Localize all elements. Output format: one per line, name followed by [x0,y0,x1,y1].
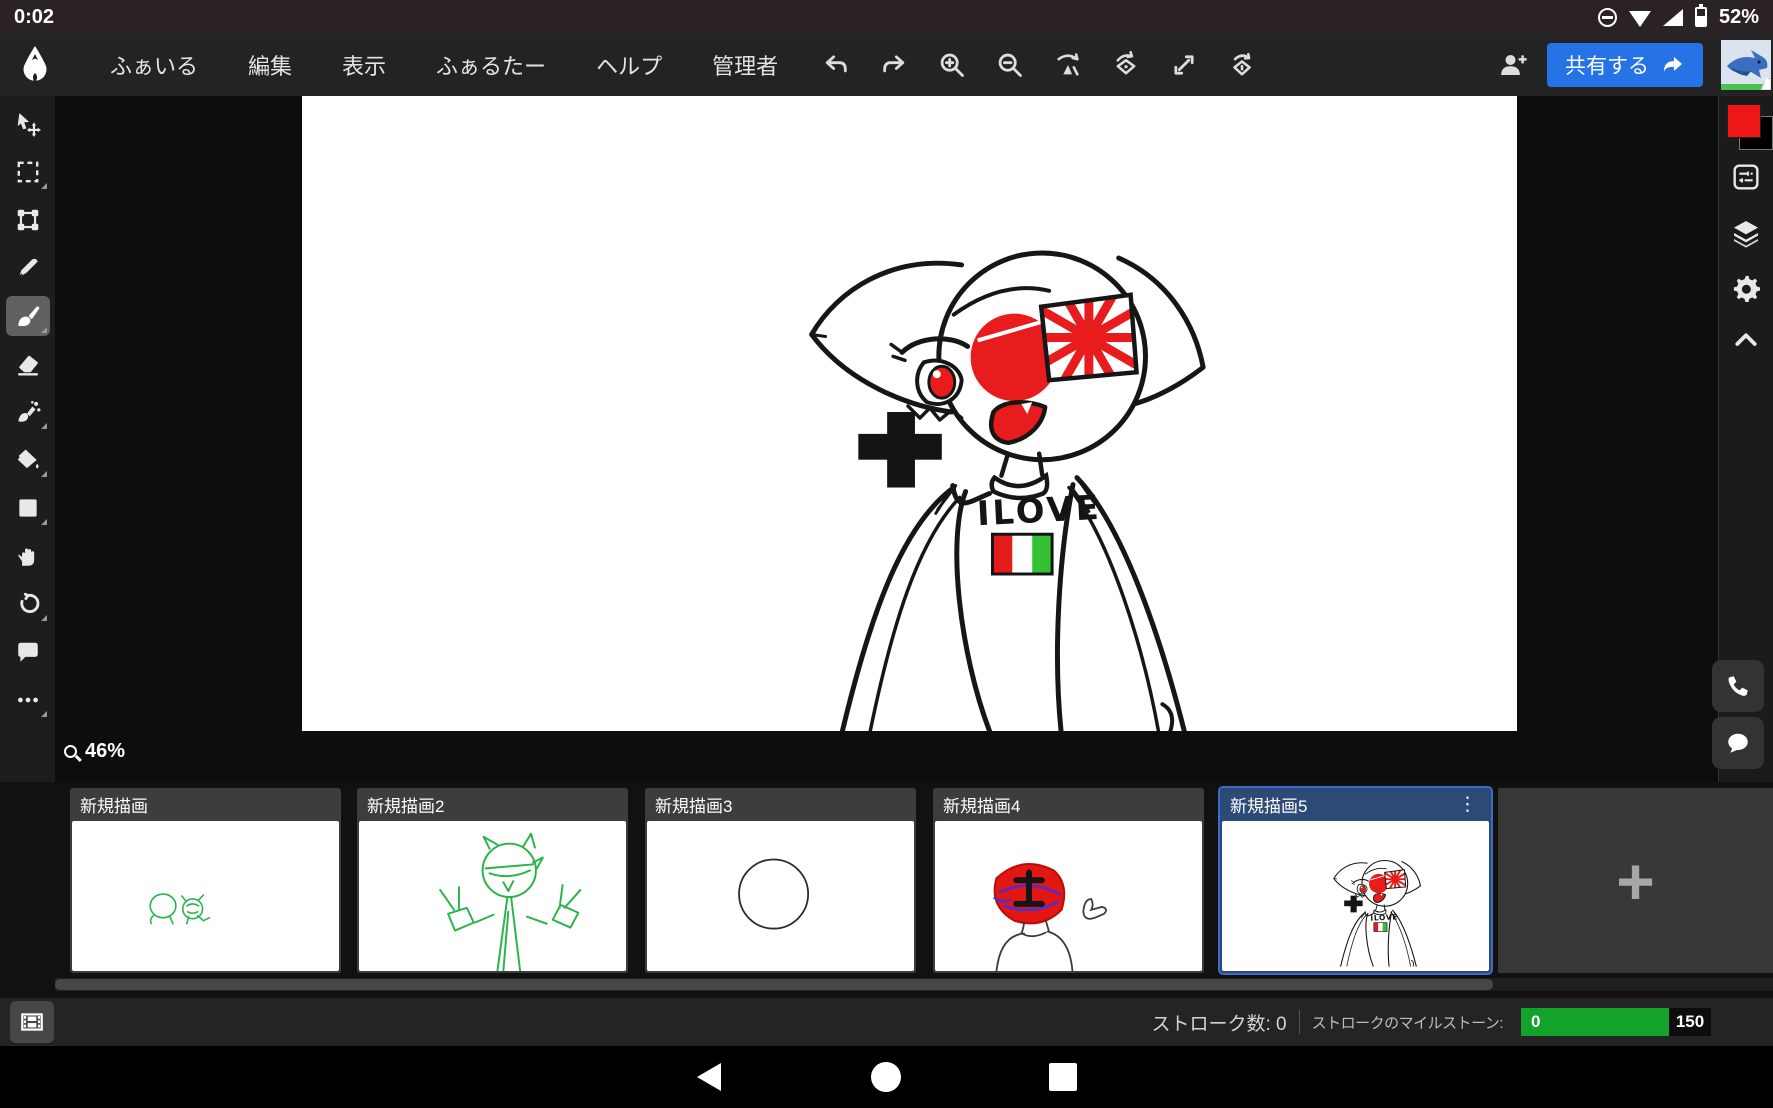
drawing-canvas[interactable]: ILOVE [302,96,1517,731]
canvas-card-title: 新規描画3 [655,797,733,816]
nav-back-button[interactable] [697,1063,721,1091]
canvas-card-2[interactable]: 新規描画2 [357,788,628,973]
canvas-film-strip: 新規描画 新規描画2 新規描画3 新規描画4 新規描画5 ⋮ ILOVE + [0,782,1773,998]
milestone-label: ストロークのマイルストーン: [1311,1014,1504,1032]
foreground-color-swatch[interactable] [1727,104,1761,138]
chat-tool[interactable] [6,632,50,672]
transform-tool[interactable] [6,200,50,240]
menu-bar: ふぁいる 編集 表示 ふぁるたー ヘルプ 管理者 共有する [0,34,1773,96]
thumbnail-drawing-3 [738,858,810,930]
cross-shape [858,412,942,488]
eraser-tool[interactable] [6,344,50,384]
do-not-disturb-icon [1597,7,1617,27]
share-arrow-icon [1663,57,1682,72]
layers-icon[interactable] [1729,216,1763,250]
shirt-text: ILOVE [976,488,1103,533]
right-panel [1712,96,1773,782]
android-nav-bar [0,1046,1773,1108]
card-menu-kebab-icon[interactable]: ⋮ [1454,795,1481,814]
app-logo-icon[interactable] [18,45,52,85]
nav-recents-button[interactable] [1049,1063,1077,1091]
italy-flag-shape [990,532,1054,576]
canvas-card-3[interactable]: 新規描画3 [645,788,916,973]
plus-icon: + [1616,843,1655,918]
share-button-label: 共有する [1565,55,1649,78]
thumbnail-drawing-2 [439,832,582,971]
marquee-select-tool[interactable] [6,152,50,192]
data-saver-icon [1628,11,1651,27]
thumbnail-drawing-1 [149,893,211,925]
canvas-card-title: 新規描画2 [367,797,445,816]
canvas-card-title: 新規描画4 [943,797,1021,816]
undo-icon[interactable] [820,49,852,81]
zoom-out-icon[interactable] [994,49,1026,81]
menu-help[interactable]: ヘルプ [596,49,662,81]
menu-edit[interactable]: 編集 [248,49,292,81]
flip-icon[interactable] [1052,49,1084,81]
color-swatches[interactable] [1727,104,1773,150]
menu-file[interactable]: ふぁいる [110,49,198,81]
milestone-max-value: 150 [1669,1008,1711,1036]
canvas-card-title: 新規描画5 [1230,797,1308,816]
thumbnail-drawing-5: ILOVE [1222,821,1489,971]
redo-icon[interactable] [878,49,910,81]
cell-signal-icon [1662,8,1683,26]
zoom-level: 46% [85,740,126,762]
canvas-card-5-selected[interactable]: 新規描画5 ⋮ ILOVE [1218,786,1493,975]
settings-gear-icon[interactable] [1729,272,1763,306]
undo-history-tool[interactable] [6,584,50,624]
collapse-panel-icon[interactable] [1729,322,1763,356]
invite-user-icon[interactable] [1497,49,1529,81]
fit-screen-icon[interactable] [1168,49,1200,81]
chat-button[interactable] [1712,717,1764,769]
scrollbar-handle[interactable] [55,979,1493,990]
menu-list: ふぁいる 編集 表示 ふぁるたー ヘルプ 管理者 [110,49,778,81]
voice-call-button[interactable] [1712,660,1764,712]
hand-tool[interactable] [6,536,50,576]
zoom-indicator[interactable]: 46% [64,740,125,763]
menu-filter[interactable]: ふぁるたー [436,49,546,81]
brush-tool[interactable] [5,296,50,336]
more-tools[interactable] [6,680,50,720]
canvas-card-1[interactable]: 新規描画 [70,788,341,973]
reset-rotation-icon[interactable] [1226,49,1258,81]
add-canvas-button[interactable]: + [1498,788,1773,973]
svg-text:ILOVE: ILOVE [1370,912,1398,922]
menu-view[interactable]: 表示 [342,49,386,81]
canvas-action-bar [820,49,1258,81]
magnifier-icon [64,745,77,758]
stroke-count: ストローク数: 0 [1151,1013,1287,1035]
brush-settings-icon[interactable] [1729,160,1763,194]
shape-tool[interactable] [6,488,50,528]
footer-divider [1298,1010,1300,1034]
milestone-current-value: 0 [1521,1008,1669,1036]
rotate-canvas-icon[interactable] [1110,49,1142,81]
canvas-card-4[interactable]: 新規描画4 [933,788,1204,973]
move-tool[interactable] [6,104,50,144]
clock: 0:02 [14,5,55,28]
tool-palette [0,96,55,782]
menu-admin[interactable]: 管理者 [712,49,778,81]
user-avatar[interactable] [1721,40,1771,90]
thumbnail-drawing-4 [993,863,1107,971]
battery-icon [1694,4,1707,27]
timeline-button[interactable] [10,1001,54,1043]
canvas-card-title: 新規描画 [80,797,148,816]
pen-tool[interactable] [6,248,50,288]
zoom-in-icon[interactable] [936,49,968,81]
airbrush-tool[interactable] [6,392,50,432]
milestone-meter: 0 150 [1521,1008,1711,1036]
film-strip-scrollbar[interactable] [55,978,1773,991]
nav-home-button[interactable] [871,1062,901,1092]
share-button[interactable]: 共有する [1547,43,1703,87]
status-footer: ストローク数: 0 ストロークのマイルストーン: 0 150 [0,998,1773,1046]
main-drawing-svg: ILOVE [809,250,1206,731]
fill-bucket-tool[interactable] [6,440,50,480]
battery-percent: 52% [1718,5,1759,28]
android-status-bar: 0:02 52% [0,0,1773,34]
